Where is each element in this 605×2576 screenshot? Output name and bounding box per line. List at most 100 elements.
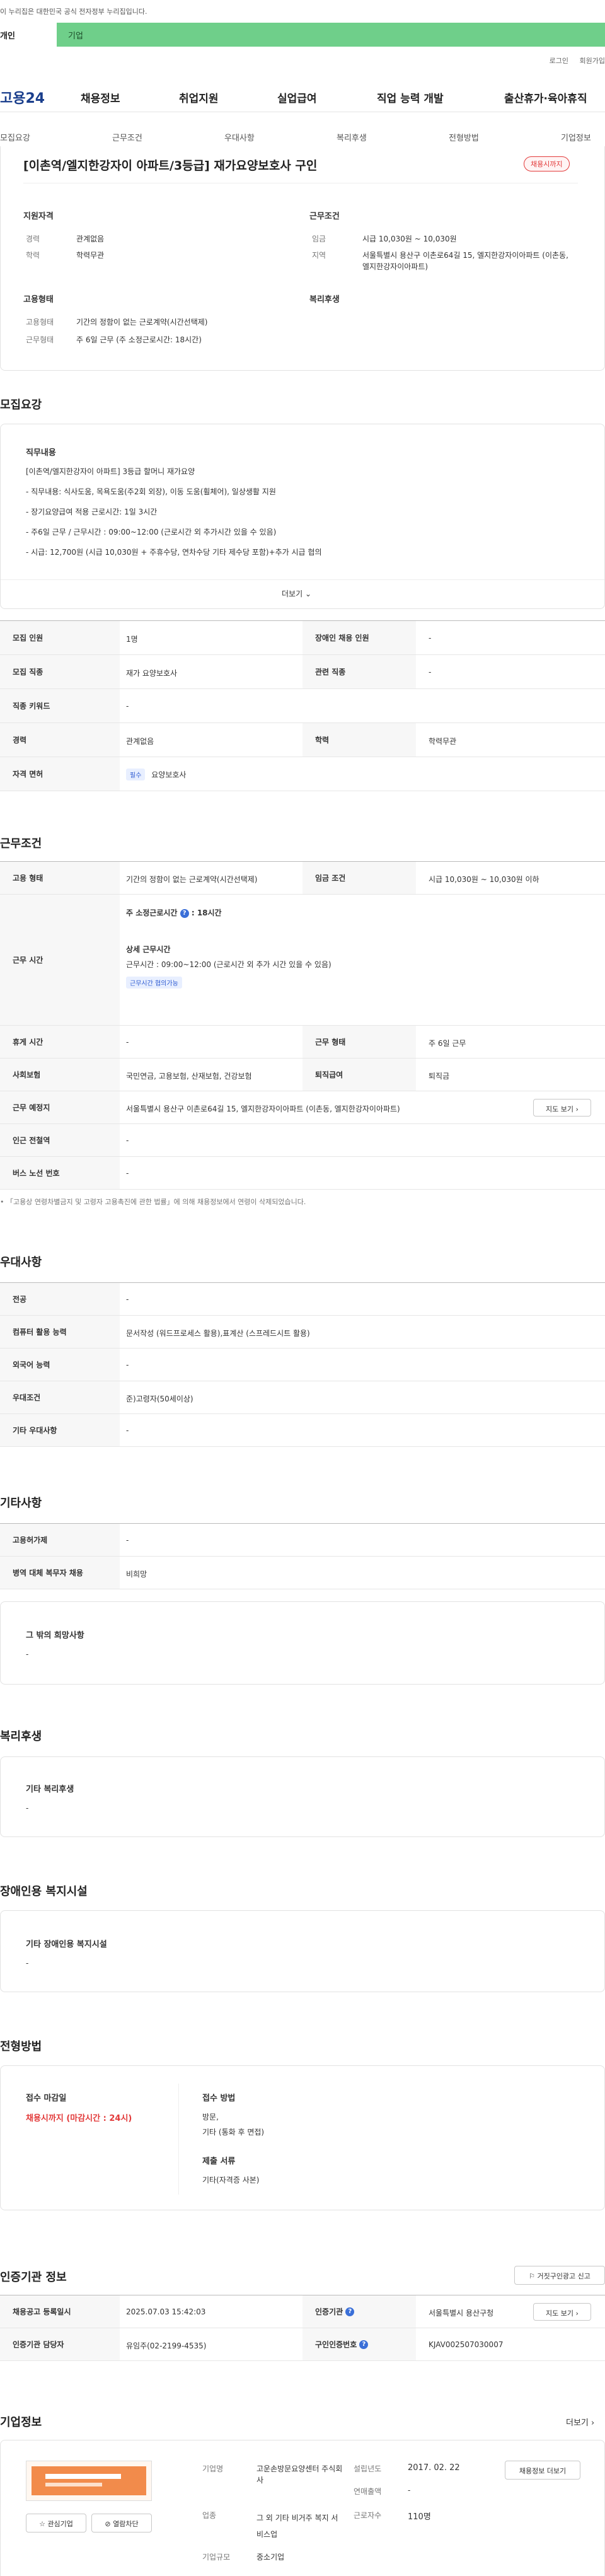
gnb-item-unemployment-benefit[interactable]: 실업급여 <box>277 90 317 105</box>
row-value: 학력무관 <box>429 737 457 746</box>
info-icon[interactable]: ? <box>345 2307 355 2316</box>
recruit-table: 모집 인원 1명 장애인 채용 인원 - 모집 직종 재가 요양보호사 관련 직… <box>0 620 605 791</box>
subnav-preference[interactable]: 우대사항 <box>224 131 255 143</box>
row-label: 직종 키워드 <box>0 689 120 722</box>
duty-line: - 주6일 근무 / 근무시간 : 09:00~12:00 (근로시간 외 추가… <box>26 528 277 537</box>
row-label: 인증기관 담당자 <box>0 2328 120 2360</box>
info-icon[interactable]: ? <box>359 2340 369 2349</box>
company-scale-value: 중소기업 <box>256 2553 285 2561</box>
row-label: 근무 형태 <box>302 1026 416 1058</box>
employment-heading: 고용형태 <box>23 295 54 305</box>
row-label: 휴게 시간 <box>0 1026 120 1058</box>
gnb-item-parental-leave[interactable]: 출산휴가·육아휴직 <box>504 90 587 105</box>
report-false-ad-button[interactable]: ⚐ 거짓구인광고 신고 <box>514 2266 605 2285</box>
wage-label: 임금 <box>312 235 326 243</box>
table-row: 고용허가제 - <box>0 1524 605 1557</box>
row-value: 서울특별시 용산구청 <box>429 2309 494 2318</box>
subnav-recruit[interactable]: 모집요강 <box>0 131 30 143</box>
sales-value: - <box>408 2486 411 2495</box>
company-name-value: 고운손방문요양센터 주식회사 <box>256 2464 343 2485</box>
wish-card: 그 밖의 희망사항 - <box>0 1601 605 1685</box>
row-label: 근무 예정지 <box>0 1091 120 1123</box>
tab-personal[interactable]: 개인 <box>0 23 57 47</box>
hours-negotiable-tag: 근무시간 협의가능 <box>126 977 182 989</box>
company-name-label: 기업명 <box>202 2464 224 2473</box>
welfare-box-value: - <box>26 1804 29 1813</box>
row-label: 고용허가제 <box>0 1524 120 1556</box>
conditions-table: 고용 형태 기간의 정함이 없는 근로계약(시간선택제) 임금 조건 시급 10… <box>0 861 605 1190</box>
detail-hours-heading: 상세 근무시간 <box>126 945 171 954</box>
row-value: 준)고령자(50세이상) <box>126 1395 193 1403</box>
gnb-item-jobs[interactable]: 채용정보 <box>81 90 120 105</box>
row-value: - <box>126 1169 129 1178</box>
row-value: - <box>126 1536 129 1545</box>
welfare-box-heading: 기타 복리후생 <box>26 1785 74 1794</box>
row-label: 인증기관 <box>315 2307 343 2316</box>
weekly-hours-label: 주 소정근로시간 <box>126 908 178 917</box>
subnav-company[interactable]: 기업정보 <box>561 131 591 143</box>
row-label: 퇴직급여 <box>302 1059 416 1091</box>
block-icon: ⊘ <box>105 2520 111 2528</box>
info-icon[interactable]: ? <box>180 908 189 918</box>
table-row: 전공 - <box>0 1283 605 1316</box>
duty-line: - 장기요양급여 적용 근로시간: 1일 3시간 <box>26 508 158 516</box>
sales-label: 연매출액 <box>354 2487 382 2496</box>
weekly-hours-value: 18시간 <box>197 908 222 917</box>
cert-map-button[interactable]: 지도 보기 › <box>533 2303 591 2321</box>
subnav-conditions[interactable]: 근무조건 <box>112 131 142 143</box>
row-value: - <box>126 1426 129 1435</box>
row-value: - <box>126 702 129 711</box>
row-label: 버스 노선 번호 <box>0 1157 120 1189</box>
tab-company[interactable]: 기업 <box>57 23 605 47</box>
career-label: 경력 <box>26 235 40 243</box>
industry-label: 업종 <box>202 2511 217 2520</box>
table-row: 직종 키워드 - <box>0 689 605 723</box>
education-label: 학력 <box>26 251 40 260</box>
staff-value: 110명 <box>408 2512 431 2522</box>
row-label: 경력 <box>0 723 120 757</box>
block-view-button[interactable]: ⊘ 열람차단 <box>91 2514 152 2532</box>
other-table: 고용허가제 - 병역 대체 복무자 채용 비희망 <box>0 1523 605 1589</box>
employment-type-label: 고용형태 <box>26 318 54 327</box>
disabled-box-heading: 기타 장애인용 복지시설 <box>26 1940 107 1949</box>
login-link[interactable]: 로그인 <box>550 57 568 65</box>
gnb-item-skills-development[interactable]: 직업 능력 개발 <box>377 90 444 105</box>
site-logo[interactable]: 고용24 <box>0 87 45 107</box>
table-row: 휴게 시간 - 근무 형태 주 6일 근무 <box>0 1026 605 1059</box>
row-value: 주 6일 근무 <box>429 1039 466 1048</box>
company-logo-image <box>32 2466 146 2495</box>
summary-card: [이촌역/엘지한강자이 아파트/3등급] 재가요양보호사 구인 채용시까지 지원… <box>0 146 605 371</box>
required-tag: 필수 <box>126 769 146 780</box>
disabled-facilities-card: 기타 장애인용 복지시설 - <box>0 1910 605 1992</box>
table-row: 인근 전철역 - <box>0 1124 605 1157</box>
established-value: 2017. 02. 22 <box>408 2463 460 2473</box>
row-value: 문서작성 (워드프로세스 활용),표계산 (스프레드시트 활용) <box>126 1329 310 1338</box>
more-button[interactable]: 더보기 ⌄ <box>282 588 311 599</box>
table-row: 컴퓨터 활용 능력 문서작성 (워드프로세스 활용),표계산 (스프레드시트 활용… <box>0 1316 605 1349</box>
row-value: 퇴직금 <box>429 1072 450 1081</box>
row-value: - <box>126 1136 129 1145</box>
work-form-label: 근무형태 <box>26 335 54 344</box>
row-value: - <box>126 1038 129 1047</box>
subnav-selection[interactable]: 전형방법 <box>449 131 479 143</box>
table-row: 고용 형태 기간의 정함이 없는 근로계약(시간선택제) 임금 조건 시급 10… <box>0 862 605 895</box>
divider <box>178 2084 179 2195</box>
row-value: 국민연금, 고용보험, 산재보험, 건강보험 <box>126 1072 252 1081</box>
company-more-link[interactable]: 더보기 › <box>566 2416 594 2428</box>
favorite-company-button[interactable]: ☆ 관심기업 <box>26 2514 86 2532</box>
row-label: 전공 <box>0 1283 120 1315</box>
qualification-heading: 지원자격 <box>23 212 54 221</box>
section-title-conditions: 근무조건 <box>0 837 42 850</box>
row-value: 기간의 정함이 없는 근로계약(시간선택제) <box>126 875 258 884</box>
gnb-item-employment-support[interactable]: 취업지원 <box>179 90 219 105</box>
selection-card: 접수 마감일 채용시까지 (마감시간 : 24시) 접수 방법 방문, 기타 (… <box>0 2065 605 2210</box>
company-jobs-button[interactable]: 채용정보 더보기 <box>505 2461 580 2480</box>
section-title-other: 기타사항 <box>0 1497 42 1510</box>
map-view-button[interactable]: 지도 보기 › <box>533 1099 591 1117</box>
section-title-recruit: 모집요강 <box>0 398 42 412</box>
row-value: 1명 <box>126 635 138 644</box>
subnav-welfare[interactable]: 복리후생 <box>337 131 367 143</box>
industry-value: 그 외 기타 비거주 복지 서비스업 <box>256 2514 338 2539</box>
join-link[interactable]: 회원가입 <box>580 57 605 65</box>
duty-line: - 직무내용: 식사도움, 목욕도움(주2회 외장), 이동 도움(휠체어), … <box>26 487 276 496</box>
